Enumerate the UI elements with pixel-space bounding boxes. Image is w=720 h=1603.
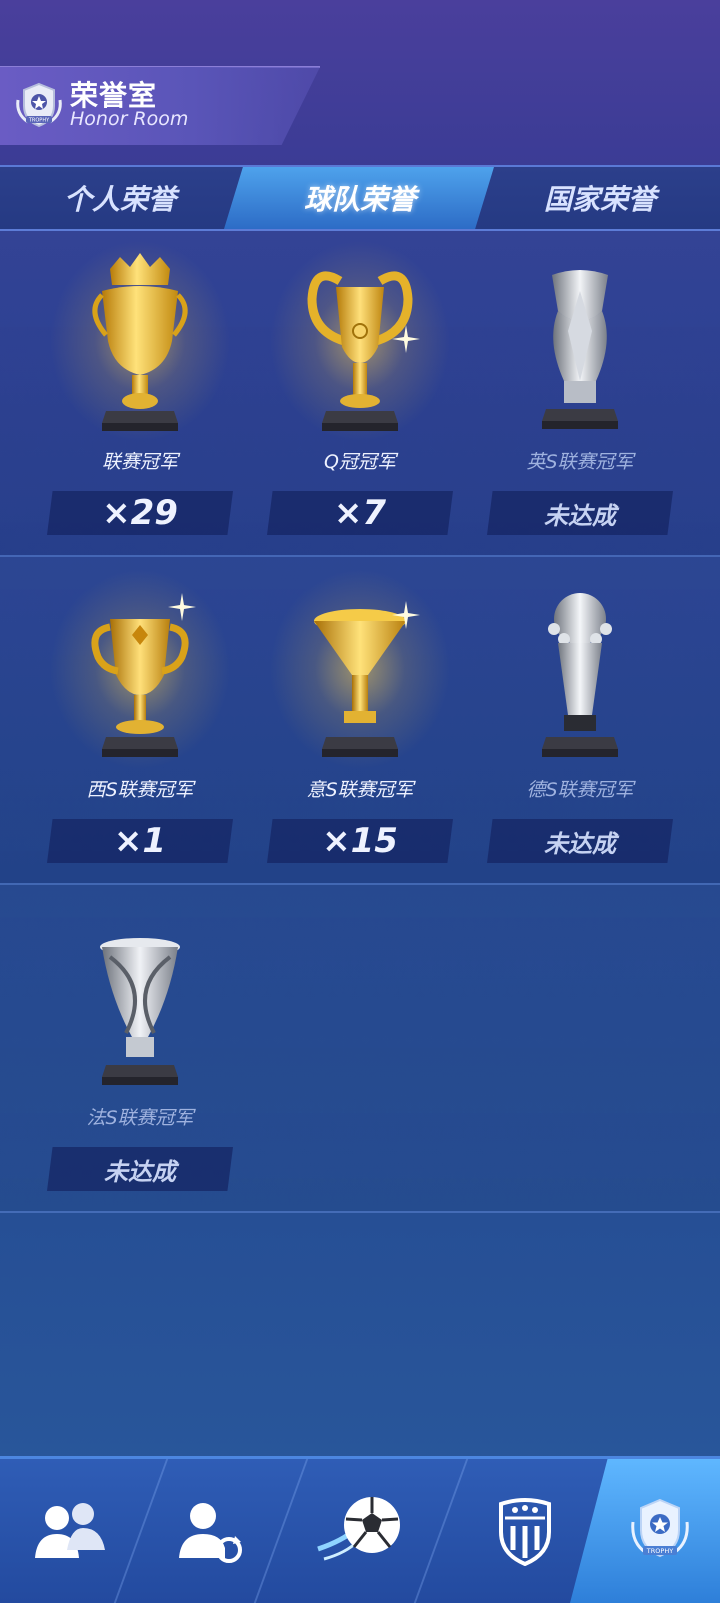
- honor-tabs: 个人荣誉 球队荣誉 国家荣誉: [0, 165, 720, 231]
- sparkle-icon: [392, 325, 420, 353]
- trophy-card[interactable]: 英S联赛冠军 未达成: [470, 229, 690, 555]
- trophy-grid: 联赛冠军 ×29 Q冠冠军 ×7 英S联赛冠军 未达成 西S联赛冠军 ×1 意S…: [0, 229, 720, 1213]
- page-subtitle: Honor Room: [70, 108, 189, 130]
- tab-national-honor[interactable]: 国家荣誉: [480, 167, 720, 229]
- trophy-card[interactable]: 西S联赛冠军 ×1: [30, 557, 250, 883]
- tab-label: 个人荣誉: [63, 183, 176, 216]
- trophy-card[interactable]: 德S联赛冠军 未达成: [470, 557, 690, 883]
- emblem-text: TROPHY: [28, 118, 50, 124]
- tab-personal-honor[interactable]: 个人荣誉: [0, 167, 240, 229]
- nav-team-players[interactable]: [0, 1459, 140, 1603]
- bottom-nav: TROPHY: [0, 1456, 720, 1603]
- player-swap-icon: [179, 1503, 242, 1563]
- tab-team-honor[interactable]: 球队荣誉: [240, 167, 480, 229]
- silver-twist-trophy-icon: [100, 938, 180, 1085]
- silver-ball-trophy-icon: [542, 593, 618, 757]
- sparkle-icon: [392, 601, 420, 629]
- trophy-badge-icon: TROPHY: [631, 1498, 689, 1558]
- team-players-icon: [35, 1503, 105, 1558]
- trophy-count: 未达成: [487, 819, 673, 863]
- trophy-emblem-icon: TROPHY: [16, 82, 62, 128]
- tab-label: 球队荣誉: [303, 183, 416, 216]
- nav-player-swap[interactable]: [140, 1459, 280, 1603]
- trophy-count: ×7: [267, 491, 453, 535]
- trophy-name: Q冠冠军: [324, 451, 396, 473]
- sparkle-icon: [168, 593, 196, 621]
- trophy-name: 联赛冠军: [101, 451, 178, 473]
- trophy-card[interactable]: 法S联赛冠军 未达成: [30, 885, 250, 1211]
- header: TROPHY 荣誉室 Honor Room: [0, 0, 720, 165]
- trophy-name: 法S联赛冠军: [86, 1107, 194, 1129]
- trophy-row: 西S联赛冠军 ×1 意S联赛冠军 ×15 德S联赛冠军 未达成: [0, 557, 720, 885]
- club-badge-icon: [499, 1498, 551, 1566]
- trophy-row: 法S联赛冠军 未达成: [0, 885, 720, 1213]
- trophy-name: 德S联赛冠军: [526, 779, 634, 801]
- nav-match[interactable]: [290, 1459, 430, 1603]
- trophy-count: 未达成: [487, 491, 673, 535]
- trophy-card[interactable]: Q冠冠军 ×7: [250, 229, 470, 555]
- trophy-card[interactable]: 联赛冠军 ×29: [30, 229, 250, 555]
- trophy-count: ×1: [47, 819, 233, 863]
- trophy-count: 未达成: [47, 1147, 233, 1191]
- trophy-card[interactable]: 意S联赛冠军 ×15: [250, 557, 470, 883]
- trophy-name: 意S联赛冠军: [306, 779, 414, 801]
- nav-club[interactable]: [450, 1459, 600, 1603]
- trophy-name: 英S联赛冠军: [526, 451, 634, 473]
- trophy-name: 西S联赛冠军: [86, 779, 194, 801]
- soccer-ball-icon: [317, 1497, 400, 1561]
- gold-crown-trophy-icon: [92, 253, 188, 431]
- tab-label: 国家荣誉: [543, 183, 656, 216]
- trophy-row: 联赛冠军 ×29 Q冠冠军 ×7 英S联赛冠军 未达成: [0, 229, 720, 557]
- nav-trophy-label: TROPHY: [646, 1547, 673, 1555]
- trophy-count: ×29: [47, 491, 233, 535]
- silver-winged-trophy-icon: [542, 270, 618, 429]
- trophy-count: ×15: [267, 819, 453, 863]
- nav-trophy[interactable]: TROPHY: [600, 1459, 720, 1603]
